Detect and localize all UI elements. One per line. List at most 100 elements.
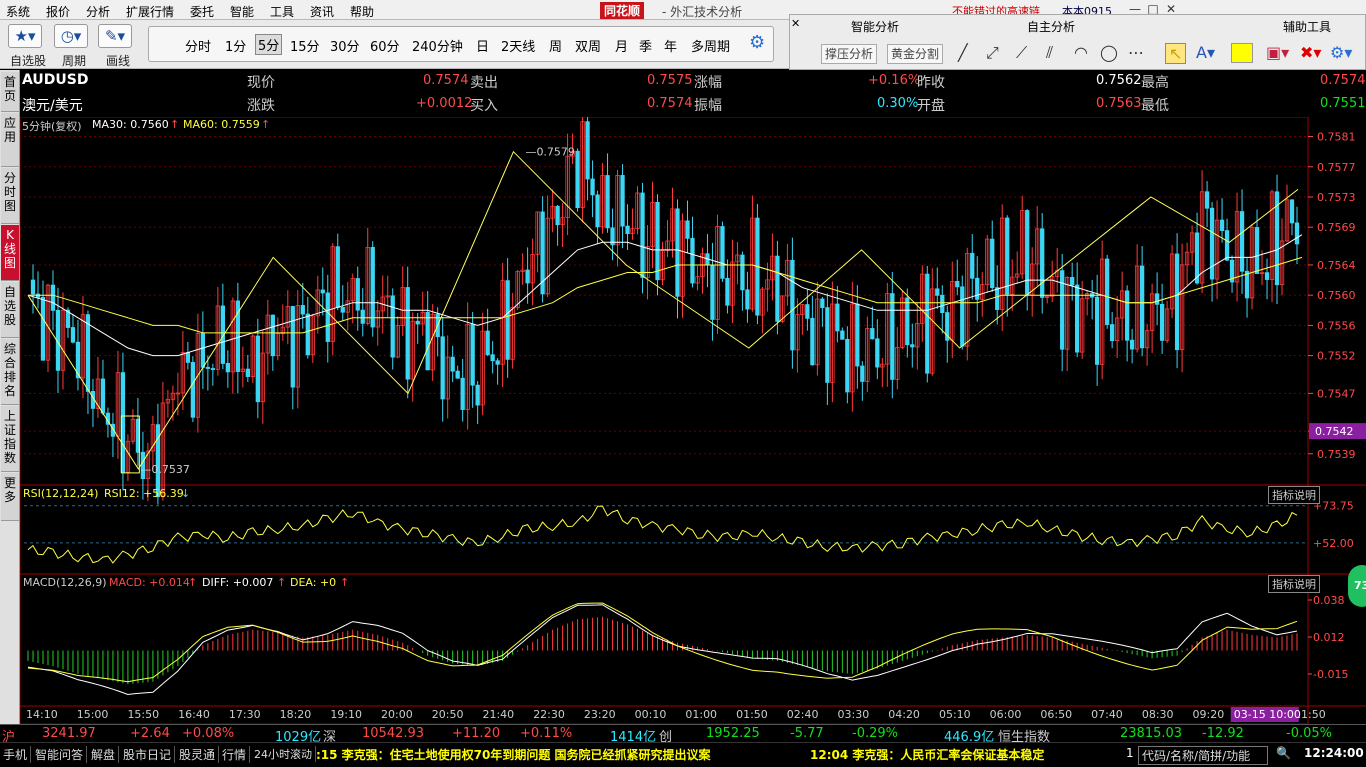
segment-tool-icon[interactable]: ⟋: [1016, 43, 1027, 63]
kline-chart-svg[interactable]: 0.7581 0.7577 0.7573 0.7569 0.7564 0.7560 0.75…: [20, 117, 1366, 724]
more-tools-icon[interactable]: ⋯: [1128, 43, 1144, 62]
menu-tools[interactable]: 工具: [270, 3, 294, 20]
period-240min[interactable]: 240分钟: [412, 36, 463, 55]
text-tool-icon[interactable]: A▾: [1196, 43, 1215, 62]
tab-24h[interactable]: 24小时滚动: [251, 746, 316, 762]
period-fenshi[interactable]: 分时: [185, 36, 211, 55]
ellipse-tool-icon[interactable]: ◯: [1100, 43, 1118, 62]
tab-qa[interactable]: 智能问答: [32, 746, 88, 763]
menu-ext-quote[interactable]: 扩展行情: [126, 3, 174, 20]
time-axis-label: 16:40: [178, 708, 210, 721]
news-ticker-2[interactable]: 12:04 李克强：人民币汇率会保证基本稳定: [810, 746, 1044, 763]
color-picker-icon[interactable]: [1231, 43, 1253, 63]
sz-index[interactable]: 10542.93: [362, 726, 424, 741]
period-2day[interactable]: 2天线: [501, 36, 535, 55]
line-tool-icon[interactable]: ╱: [958, 43, 968, 62]
delete-mark-icon[interactable]: ▣▾: [1266, 43, 1289, 62]
menu-analysis[interactable]: 分析: [86, 3, 110, 20]
delete-all-icon[interactable]: ✖▾: [1300, 43, 1321, 62]
candle-down: [675, 208, 680, 297]
period-1min[interactable]: 1分: [225, 36, 246, 55]
period-quarter[interactable]: 季: [639, 36, 652, 55]
menu-news[interactable]: 资讯: [310, 3, 334, 20]
time-axis-label: 09:20: [1193, 708, 1225, 721]
side-tab-timeshare[interactable]: 分时图: [1, 168, 19, 224]
pointer-icon[interactable]: ↖: [1165, 43, 1187, 64]
side-tab-watchlist[interactable]: 自选股: [1, 282, 19, 338]
open-label: 开盘: [917, 98, 945, 114]
menu-system[interactable]: 系统: [6, 3, 30, 20]
candle-down: [470, 324, 475, 386]
period-year[interactable]: 年: [664, 36, 677, 55]
ma30-arrow-icon: ↑: [170, 118, 180, 131]
period-5min[interactable]: 5分: [255, 34, 283, 55]
period-multi[interactable]: 多周期: [691, 36, 730, 55]
candle-down: [300, 305, 305, 315]
time-axis-label: 01:50: [736, 708, 768, 721]
draw-pen-icon[interactable]: ✎▾: [98, 24, 132, 48]
period-biweek[interactable]: 双周: [575, 36, 601, 55]
news-ticker-1[interactable]: :15 李克强：住宅土地使用权70年到期问题 国务院已经抓紧研究提出议案: [316, 746, 711, 763]
chart-area[interactable]: 0.7581 0.7577 0.7573 0.7569 0.7564 0.7560 0.75…: [20, 117, 1366, 742]
candle-down: [1025, 210, 1030, 296]
candle-down: [1204, 191, 1210, 209]
menu-quote[interactable]: 报价: [46, 3, 70, 20]
draw-label: 画线: [106, 54, 131, 68]
search-input[interactable]: 代码/名称/简拼/功能: [1138, 746, 1268, 765]
parallel-tool-icon[interactable]: ⫽: [1046, 43, 1053, 63]
side-tab-more[interactable]: 更多: [1, 473, 19, 521]
panel-gear-icon[interactable]: ⚙▾: [1330, 43, 1352, 62]
side-tab-kline[interactable]: K线图: [1, 225, 19, 281]
candle-down: [490, 354, 495, 362]
sh-index[interactable]: 3241.97: [42, 726, 96, 741]
self-analysis-header[interactable]: 自主分析: [1027, 18, 1075, 35]
side-tab-shindex[interactable]: 上证指数: [1, 406, 19, 472]
side-tab-ranking[interactable]: 综合排名: [1, 339, 19, 405]
search-icon[interactable]: 🔍: [1276, 746, 1291, 760]
menu-trade[interactable]: 委托: [190, 3, 214, 20]
macd-help-button[interactable]: 指标说明: [1268, 575, 1320, 593]
prev-close-label: 昨收: [917, 75, 945, 91]
hs-index[interactable]: 23815.03: [1120, 726, 1182, 741]
panel-close-icon[interactable]: ✕: [791, 17, 800, 30]
cycle-clock-icon[interactable]: ◷▾: [54, 24, 88, 48]
ray-tool-icon[interactable]: ⤢: [986, 43, 999, 63]
time-axis-label: 15:00: [77, 708, 109, 721]
aux-tools-header[interactable]: 辅助工具: [1283, 18, 1331, 35]
rsi-help-button[interactable]: 指标说明: [1268, 486, 1320, 504]
golden-section-button[interactable]: 黄金分割: [887, 44, 944, 64]
period-60min[interactable]: 60分: [370, 36, 400, 55]
candle-down: [820, 298, 825, 309]
watchlist-star-icon[interactable]: ★▾: [8, 24, 42, 48]
support-analysis-button[interactable]: 撑压分析: [821, 44, 878, 64]
cy-index[interactable]: 1952.25: [706, 726, 760, 741]
candle-down: [1040, 228, 1045, 298]
tab-mobile[interactable]: 手机: [0, 746, 32, 763]
period-30min[interactable]: 30分: [330, 36, 360, 55]
menu-help[interactable]: 帮助: [350, 3, 374, 20]
symbol-name: 澳元/美元: [22, 98, 83, 114]
analysis-panel: ✕ 智能分析 自主分析 辅助工具 撑压分析 黄金分割 ╱ ⤢ ⟋ ⫽ ◠ ◯ ⋯…: [789, 14, 1366, 70]
tab-commentary[interactable]: 解盘: [88, 746, 120, 763]
kline-period-label: 5分钟(复权): [22, 120, 82, 133]
arc-tool-icon[interactable]: ◠: [1074, 43, 1088, 62]
tab-market[interactable]: 行情: [219, 746, 251, 763]
candle-down: [745, 289, 750, 310]
period-month[interactable]: 月: [615, 36, 628, 55]
candle-down: [710, 264, 715, 320]
gear-icon[interactable]: ⚙: [749, 32, 765, 53]
period-week[interactable]: 周: [549, 36, 562, 55]
cy-pct: -0.29%: [852, 726, 898, 741]
float-badge[interactable]: 73: [1348, 565, 1366, 607]
side-tab-apps[interactable]: 应用: [1, 113, 19, 167]
period-day[interactable]: 日: [476, 36, 489, 55]
tab-stock-tips[interactable]: 股灵通: [176, 746, 220, 763]
high-value: 0.7574: [1320, 73, 1366, 88]
side-tab-home[interactable]: 首页: [1, 72, 19, 112]
menu-smart[interactable]: 智能: [230, 3, 254, 20]
smart-analysis-header[interactable]: 智能分析: [851, 18, 899, 35]
period-15min[interactable]: 15分: [290, 36, 320, 55]
tab-diary[interactable]: 股市日记: [120, 746, 176, 763]
macd-name-label: MACD(12,26,9): [23, 576, 107, 589]
candle-down: [190, 362, 196, 418]
